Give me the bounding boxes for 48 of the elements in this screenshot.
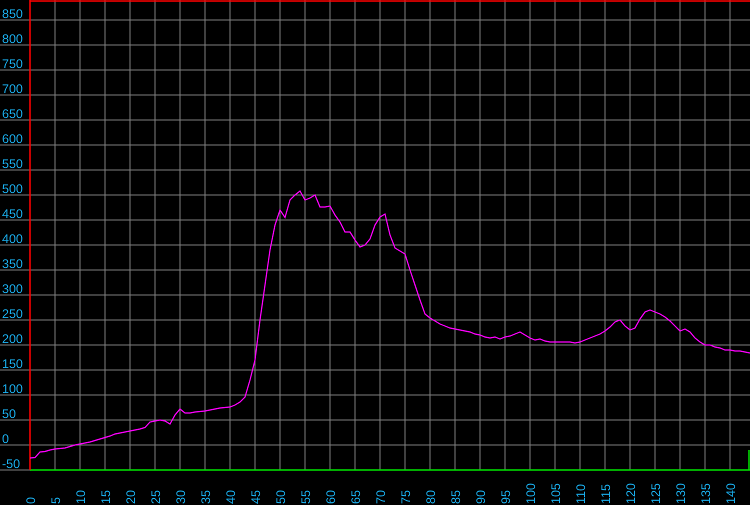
x-tick-label: 45: [249, 490, 263, 504]
x-tick-label: 0: [24, 497, 38, 504]
x-tick-label: 125: [649, 483, 663, 504]
y-tick-label: 750: [2, 57, 23, 71]
y-tick-label: 350: [2, 257, 23, 271]
x-tick-label: 120: [624, 483, 638, 504]
y-tick-label: 50: [2, 407, 16, 421]
y-tick-label: 800: [2, 32, 23, 46]
y-tick-label: 500: [2, 182, 23, 196]
x-tick-label: 60: [324, 490, 338, 504]
x-tick-label: 20: [124, 490, 138, 504]
x-tick-label: 140: [724, 483, 738, 504]
x-tick-label: 110: [574, 484, 588, 504]
y-tick-label: 400: [2, 232, 23, 246]
x-tick-label: 95: [499, 490, 513, 504]
x-tick-label: 130: [674, 483, 688, 504]
x-tick-label: 85: [449, 490, 463, 504]
x-tick-label: 35: [199, 490, 213, 504]
x-tick-label: 15: [99, 490, 113, 504]
x-tick-label: 10: [74, 490, 88, 504]
x-tick-label: 70: [374, 490, 388, 504]
x-tick-label: 55: [299, 490, 313, 504]
x-tick-label: 100: [524, 483, 538, 504]
y-tick-label: 300: [2, 282, 23, 296]
x-tick-label: 105: [549, 483, 563, 504]
x-tick-label: 65: [349, 490, 363, 504]
y-tick-label: 0: [2, 432, 9, 446]
y-tick-label: 700: [2, 82, 23, 96]
y-tick-label: 600: [2, 132, 23, 146]
y-tick-label: 100: [2, 382, 23, 396]
y-tick-label: 450: [2, 207, 23, 221]
y-tick-label: 650: [2, 107, 23, 121]
x-tick-label: 80: [424, 490, 438, 504]
x-tick-label: 5: [49, 497, 63, 504]
x-tick-label: 50: [274, 490, 288, 504]
x-tick-label: 135: [699, 483, 713, 504]
x-tick-label: 90: [474, 490, 488, 504]
y-tick-label: 250: [2, 307, 23, 321]
x-tick-label: 30: [174, 490, 188, 504]
x-tick-label: 115: [599, 484, 613, 504]
x-tick-label: 25: [149, 490, 163, 504]
y-tick-label: 550: [2, 157, 23, 171]
y-tick-label: 150: [2, 357, 23, 371]
x-tick-label: 75: [399, 490, 413, 504]
y-tick-label: -50: [2, 457, 20, 471]
x-tick-label: 40: [224, 490, 238, 504]
y-tick-label: 850: [2, 7, 23, 21]
y-tick-label: 200: [2, 332, 23, 346]
